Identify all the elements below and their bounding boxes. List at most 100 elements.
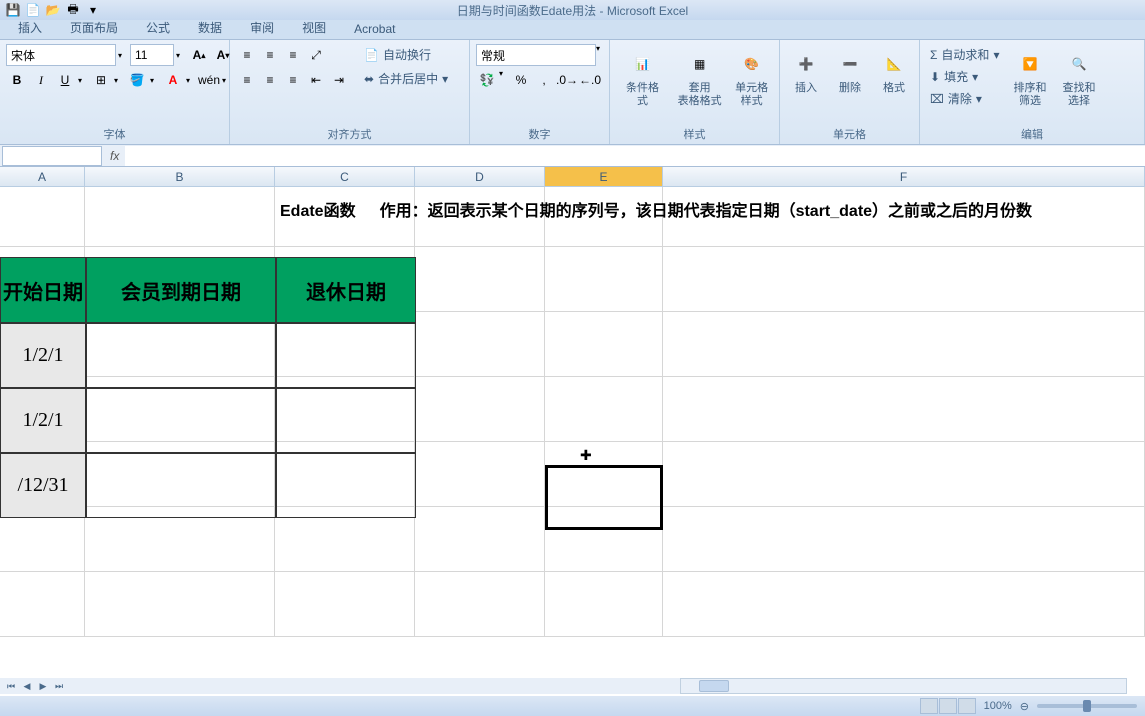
chevron-down-icon[interactable]: ▾ bbox=[150, 76, 160, 85]
formula-input[interactable] bbox=[125, 146, 1145, 166]
comma-button[interactable]: , bbox=[533, 69, 555, 91]
scrollbar-thumb[interactable] bbox=[699, 680, 729, 692]
fill-color-button[interactable]: 🪣 bbox=[126, 69, 148, 91]
number-format-select[interactable] bbox=[476, 44, 596, 66]
bold-button[interactable]: B bbox=[6, 69, 28, 91]
chevron-down-icon[interactable]: ▾ bbox=[596, 44, 606, 66]
page-break-view-button[interactable] bbox=[958, 698, 976, 714]
align-left-icon[interactable]: ≡ bbox=[236, 69, 258, 91]
font-color-button[interactable]: A bbox=[162, 69, 184, 91]
quick-access-toolbar: 💾 📄 📂 🖶 ▾ bbox=[4, 2, 102, 18]
group-label: 数字 bbox=[470, 126, 609, 142]
open-icon[interactable]: 📂 bbox=[44, 2, 62, 18]
title-bar: 💾 📄 📂 🖶 ▾ 日期与时间函数Edate用法 - Microsoft Exc… bbox=[0, 0, 1145, 20]
col-header-b[interactable]: B bbox=[85, 167, 275, 186]
chevron-down-icon: ▾ bbox=[993, 48, 999, 62]
currency-button[interactable]: 💱 bbox=[476, 69, 498, 91]
worksheet-area[interactable]: A B C D E F bbox=[0, 167, 1145, 707]
format-cells-button[interactable]: 📐 格式 bbox=[874, 44, 914, 99]
table-cell[interactable] bbox=[276, 388, 416, 453]
qat-dropdown-icon[interactable]: ▾ bbox=[84, 2, 102, 18]
border-button[interactable]: ⊞ bbox=[90, 69, 112, 91]
col-header-a[interactable]: A bbox=[0, 167, 85, 186]
find-select-button[interactable]: 🔍 查找和 选择 bbox=[1056, 44, 1101, 112]
chevron-down-icon[interactable]: ▾ bbox=[499, 69, 509, 91]
conditional-format-button[interactable]: 📊 条件格式 bbox=[616, 44, 669, 112]
italic-button[interactable]: I bbox=[30, 69, 52, 91]
increase-decimal-icon[interactable]: .0→ bbox=[556, 69, 578, 91]
cell-styles-icon: 🎨 bbox=[736, 48, 768, 80]
eraser-icon: ⌧ bbox=[930, 92, 944, 106]
insert-cells-icon: ➕ bbox=[790, 48, 822, 80]
chevron-down-icon[interactable]: ▾ bbox=[118, 51, 128, 60]
horizontal-scrollbar[interactable] bbox=[680, 678, 1127, 694]
chevron-down-icon[interactable]: ▾ bbox=[114, 76, 124, 85]
table-cell[interactable]: /12/31 bbox=[0, 453, 86, 518]
table-header-retire-date[interactable]: 退休日期 bbox=[276, 257, 416, 323]
new-icon[interactable]: 📄 bbox=[24, 2, 42, 18]
orientation-icon[interactable]: ⤢ bbox=[305, 44, 327, 66]
group-label: 字体 bbox=[0, 126, 229, 142]
merge-icon: ⬌ bbox=[364, 72, 374, 86]
increase-indent-icon[interactable]: ⇥ bbox=[328, 69, 350, 91]
table-cell[interactable] bbox=[276, 323, 416, 388]
col-header-f[interactable]: F bbox=[663, 167, 1145, 186]
table-cell[interactable] bbox=[276, 453, 416, 518]
normal-view-button[interactable] bbox=[920, 698, 938, 714]
name-box[interactable] bbox=[2, 146, 102, 166]
clear-button[interactable]: ⌧ 清除 ▾ bbox=[926, 88, 1003, 109]
col-header-c[interactable]: C bbox=[275, 167, 415, 186]
insert-cells-button[interactable]: ➕ 插入 bbox=[786, 44, 826, 99]
table-cell[interactable]: 1/2/1 bbox=[0, 388, 86, 453]
next-sheet-icon[interactable]: ▶ bbox=[36, 679, 50, 693]
sort-filter-button[interactable]: 🔽 排序和 筛选 bbox=[1007, 44, 1052, 112]
table-header-start-date[interactable]: 开始日期 bbox=[0, 257, 86, 323]
chevron-down-icon[interactable]: ▾ bbox=[176, 51, 186, 60]
table-cell[interactable] bbox=[86, 388, 276, 453]
prev-sheet-icon[interactable]: ◀ bbox=[20, 679, 34, 693]
print-icon[interactable]: 🖶 bbox=[64, 2, 82, 18]
table-cell[interactable] bbox=[86, 323, 276, 388]
font-family-select[interactable] bbox=[6, 44, 116, 66]
align-top-icon[interactable]: ≡ bbox=[236, 44, 258, 66]
save-icon[interactable]: 💾 bbox=[4, 2, 22, 18]
align-center-icon[interactable]: ≡ bbox=[259, 69, 281, 91]
cell-styles-button[interactable]: 🎨 单元格 样式 bbox=[730, 44, 773, 112]
align-middle-icon[interactable]: ≡ bbox=[259, 44, 281, 66]
last-sheet-icon[interactable]: ⏭ bbox=[52, 679, 66, 693]
table-cell[interactable]: 1/2/1 bbox=[0, 323, 86, 388]
delete-cells-button[interactable]: ➖ 删除 bbox=[830, 44, 870, 99]
phonetic-button[interactable]: wén bbox=[198, 69, 220, 91]
fx-icon[interactable]: fx bbox=[104, 149, 125, 163]
table-cell[interactable] bbox=[86, 453, 276, 518]
tab-acrobat[interactable]: Acrobat bbox=[344, 19, 405, 39]
ribbon-group-cells: ➕ 插入 ➖ 删除 📐 格式 单元格 bbox=[780, 40, 920, 144]
decrease-indent-icon[interactable]: ⇤ bbox=[305, 69, 327, 91]
zoom-slider-thumb[interactable] bbox=[1083, 700, 1091, 712]
align-right-icon[interactable]: ≡ bbox=[282, 69, 304, 91]
table-format-button[interactable]: ▦ 套用 表格格式 bbox=[673, 44, 726, 112]
percent-button[interactable]: % bbox=[510, 69, 532, 91]
align-bottom-icon[interactable]: ≡ bbox=[282, 44, 304, 66]
zoom-out-button[interactable]: ⊖ bbox=[1020, 700, 1029, 713]
chevron-down-icon[interactable]: ▾ bbox=[186, 76, 196, 85]
merge-center-button[interactable]: ⬌ 合并后居中 ▾ bbox=[360, 68, 452, 89]
underline-button[interactable]: U bbox=[54, 69, 76, 91]
page-layout-view-button[interactable] bbox=[939, 698, 957, 714]
col-header-e[interactable]: E bbox=[545, 167, 663, 186]
zoom-slider[interactable] bbox=[1037, 704, 1137, 708]
first-sheet-icon[interactable]: ⏮ bbox=[4, 679, 18, 693]
zoom-level[interactable]: 100% bbox=[984, 700, 1012, 712]
col-header-d[interactable]: D bbox=[415, 167, 545, 186]
decrease-decimal-icon[interactable]: ←.0 bbox=[579, 69, 601, 91]
ribbon-group-font: ▾ ▾ A▴ A▾ B I U ▾ ⊞ ▾ 🪣 ▾ A ▾ bbox=[0, 40, 230, 144]
font-size-select[interactable] bbox=[130, 44, 174, 66]
wrap-text-button[interactable]: 📄 自动换行 bbox=[360, 44, 452, 65]
table-header-member-expiry[interactable]: 会员到期日期 bbox=[86, 257, 276, 323]
grow-font-icon[interactable]: A▴ bbox=[188, 44, 210, 66]
view-buttons bbox=[920, 698, 976, 714]
chevron-down-icon: ▾ bbox=[976, 92, 982, 106]
autosum-button[interactable]: Σ 自动求和 ▾ bbox=[926, 44, 1003, 65]
chevron-down-icon[interactable]: ▾ bbox=[78, 76, 88, 85]
fill-button[interactable]: ⬇ 填充 ▾ bbox=[926, 66, 1003, 87]
